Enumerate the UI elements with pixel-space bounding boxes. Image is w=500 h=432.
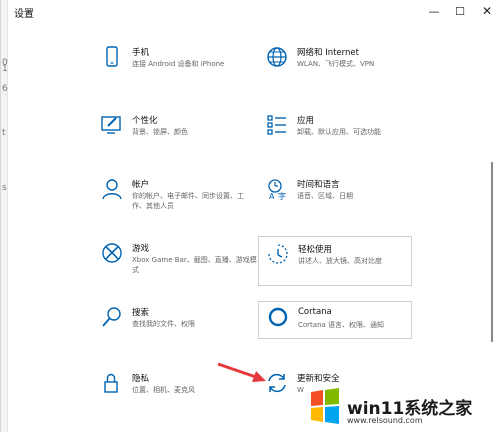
red-arrow-annotation bbox=[217, 362, 266, 382]
tile-gaming[interactable]: 游戏 Xbox Game Bar、截图、直播、游戏模式 bbox=[101, 242, 257, 292]
time-language-icon: A 字 bbox=[268, 179, 286, 200]
tile-label: 游戏 bbox=[132, 244, 150, 254]
personalization-icon bbox=[101, 116, 121, 134]
tile-description: 讲述人、放大镜、高对比度 bbox=[298, 257, 382, 265]
tile-description: Xbox Game Bar、截图、直播、游戏模式 bbox=[132, 256, 257, 274]
cortana-icon bbox=[268, 307, 288, 327]
tile-ease-of-access[interactable]: 轻松使用 讲述人、放大镜、高对比度 bbox=[258, 236, 412, 286]
tile-cortana[interactable]: Cortana Cortana 语言、权限、通知 bbox=[258, 301, 412, 339]
phone-icon bbox=[106, 46, 118, 67]
strip-text: 1 bbox=[2, 64, 8, 74]
maximize-button[interactable]: ☐ bbox=[446, 0, 474, 22]
search-icon bbox=[102, 307, 121, 327]
tile-label: 搜索 bbox=[132, 308, 150, 318]
svg-text:A: A bbox=[269, 192, 275, 200]
tile-accounts[interactable]: 帐户 你的帐户、电子邮件、同步设置、工作、其他人员 bbox=[101, 178, 253, 228]
tile-apps[interactable]: 应用 卸载、默认应用、可选功能 bbox=[266, 114, 418, 164]
title-bar[interactable]: 设置 — ☐ ✕ bbox=[8, 0, 500, 22]
tile-phone[interactable]: 手机 连接 Android 设备和 iPhone bbox=[101, 46, 253, 96]
apps-icon bbox=[267, 115, 286, 135]
tile-label: 应用 bbox=[297, 116, 315, 126]
tile-label: 帐户 bbox=[132, 180, 150, 190]
tile-label: 隐私 bbox=[132, 374, 150, 384]
tile-description: 查找我的文件、权限 bbox=[132, 320, 195, 328]
account-icon bbox=[102, 179, 122, 200]
tile-label: 时间和语言 bbox=[297, 180, 340, 190]
tile-label: Cortana bbox=[298, 307, 332, 317]
tile-description: Cortana 语言、权限、通知 bbox=[298, 321, 385, 329]
background-window-strip: 0 1 6 t s bbox=[1, 0, 8, 432]
settings-window: 0 1 6 t s 设置 — ☐ ✕ 手机 连接 Android 设备和 iPh… bbox=[0, 0, 500, 432]
tile-description: 语音、区域、日期 bbox=[297, 192, 353, 200]
watermark-url: www.relsound.com bbox=[347, 416, 423, 425]
ease-of-access-icon bbox=[268, 244, 288, 264]
svg-text:字: 字 bbox=[278, 191, 286, 200]
strip-text: s bbox=[2, 183, 7, 193]
close-button[interactable]: ✕ bbox=[473, 0, 500, 22]
tile-description: 连接 Android 设备和 iPhone bbox=[132, 60, 225, 68]
tile-label: 手机 bbox=[132, 48, 150, 58]
update-icon bbox=[268, 373, 286, 393]
tile-description: 背景、锁屏、颜色 bbox=[132, 128, 188, 136]
windows-logo-icon bbox=[311, 388, 339, 424]
strip-text: 6 bbox=[2, 84, 8, 94]
xbox-icon bbox=[102, 243, 122, 263]
globe-icon bbox=[267, 47, 287, 67]
tile-label: 个性化 bbox=[132, 116, 158, 126]
watermark: win11系统之家 www.relsound.com bbox=[303, 380, 500, 432]
tile-description: WLAN、飞行模式、VPN bbox=[297, 60, 375, 68]
tile-personalization[interactable]: 个性化 背景、锁屏、颜色 bbox=[101, 114, 253, 164]
tile-time-language[interactable]: A 字 时间和语言 语音、区域、日期 bbox=[266, 178, 418, 228]
strip-text: t bbox=[2, 128, 6, 138]
window-title: 设置 bbox=[14, 9, 34, 20]
minimize-button[interactable]: — bbox=[420, 0, 448, 22]
tile-description: 位置、相机、麦克风 bbox=[132, 386, 195, 394]
tile-description: 卸载、默认应用、可选功能 bbox=[297, 128, 381, 136]
lock-icon bbox=[104, 373, 118, 393]
scrollbar[interactable] bbox=[489, 22, 495, 432]
tile-label: 网络和 Internet bbox=[297, 48, 359, 58]
tile-search[interactable]: 搜索 查找我的文件、权限 bbox=[101, 306, 253, 356]
tile-network[interactable]: 网络和 Internet WLAN、飞行模式、VPN bbox=[266, 46, 418, 96]
scrollbar-thumb[interactable] bbox=[491, 162, 493, 342]
tile-description: 你的帐户、电子邮件、同步设置、工作、其他人员 bbox=[132, 192, 244, 210]
tile-label: 轻松使用 bbox=[298, 245, 333, 255]
